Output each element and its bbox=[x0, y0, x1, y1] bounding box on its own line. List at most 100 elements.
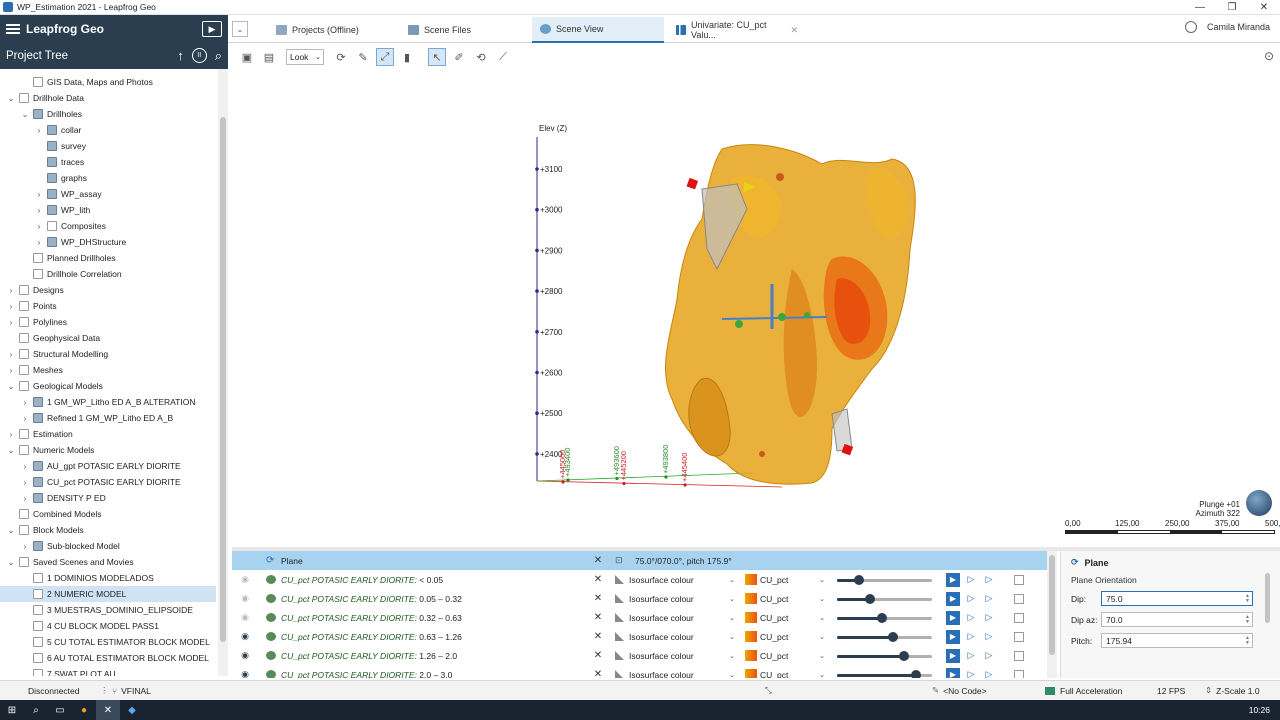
more-options-icon[interactable] bbox=[1014, 574, 1024, 585]
display-mode-dropdown[interactable]: Isosurface colour ⌄ bbox=[615, 670, 745, 678]
tree-item[interactable]: 5 CU TOTAL ESTIMATOR BLOCK MODEL bbox=[0, 634, 216, 650]
tree-item[interactable]: ⌄ Geological Models bbox=[0, 378, 216, 394]
slider-knob[interactable] bbox=[877, 612, 887, 623]
remove-layer-icon[interactable]: ✕ bbox=[591, 574, 605, 585]
play-movie-icon[interactable]: ▶ bbox=[202, 21, 222, 37]
user-account[interactable]: Camila Miranda bbox=[1184, 21, 1270, 33]
display-mode-dropdown[interactable]: Isosurface colour ⌄ bbox=[615, 575, 745, 585]
zscale-status[interactable]: ⇕ Z-Scale 1.0 bbox=[1205, 685, 1260, 696]
chevron-right-icon[interactable]: › bbox=[6, 350, 16, 359]
scene-canvas[interactable]: Elev (Z) +3100 +3000 +2900 +2800 +2700 +2600 +… bbox=[232, 69, 1280, 547]
slicer-icon[interactable]: ▮ bbox=[398, 48, 416, 66]
play-outline-icon[interactable]: ▷ bbox=[982, 649, 996, 663]
minimize-button[interactable]: — bbox=[1184, 2, 1216, 13]
tree-scrollbar[interactable] bbox=[218, 69, 228, 676]
tree-item[interactable]: › DENSITY P ED bbox=[0, 490, 216, 506]
remove-layer-icon[interactable]: ✕ bbox=[591, 593, 605, 604]
pause-icon[interactable]: II bbox=[191, 48, 207, 63]
layer-row[interactable]: ◉ CU_pct POTASIC EARLY DIORITE: 0.63 – 1.… bbox=[232, 627, 1047, 646]
tab-close-icon[interactable]: ✕ bbox=[790, 25, 798, 36]
tree-item[interactable]: › 1 GM_WP_Litho ED A_B ALTERATION bbox=[0, 394, 216, 410]
opacity-slider[interactable] bbox=[837, 631, 932, 642]
step-icon[interactable]: ▷ bbox=[964, 668, 978, 678]
dip-input[interactable]: 75.0 ▲ ▼ bbox=[1101, 591, 1253, 606]
tree-item[interactable]: GIS Data, Maps and Photos bbox=[0, 74, 216, 90]
play-icon[interactable]: ▶ bbox=[946, 591, 960, 606]
play-icon[interactable]: ▶ bbox=[946, 648, 960, 663]
move-plane-icon[interactable]: ⤢ bbox=[376, 48, 394, 66]
screenshot-icon[interactable]: ▣ bbox=[238, 48, 256, 66]
rotate-icon[interactable]: ⟳ bbox=[332, 48, 350, 66]
chevron-right-icon[interactable]: › bbox=[20, 398, 30, 407]
orientation-globe-icon[interactable] bbox=[1246, 490, 1272, 516]
tree-item[interactable]: Combined Models bbox=[0, 506, 216, 522]
tree-item[interactable]: 3 MUESTRAS_DOMINIO_ELIPSOIDE bbox=[0, 602, 216, 618]
tabs-dropdown-icon[interactable]: ⌄ bbox=[232, 21, 248, 37]
opacity-slider[interactable] bbox=[837, 574, 932, 585]
app-icon[interactable]: ◆ bbox=[120, 700, 144, 720]
play-outline-icon[interactable]: ▷ bbox=[982, 573, 996, 587]
save-scene-icon[interactable]: ▤ bbox=[260, 48, 278, 66]
tree-item[interactable]: › Polylines bbox=[0, 314, 216, 330]
scroll-thumb[interactable] bbox=[220, 117, 226, 642]
chevron-right-icon[interactable]: › bbox=[34, 222, 44, 231]
hamburger-menu-icon[interactable] bbox=[6, 24, 20, 34]
attribute-dropdown[interactable]: CU_pct ⌄ bbox=[745, 631, 825, 642]
attribute-dropdown[interactable]: CU_pct ⌄ bbox=[745, 650, 825, 661]
chevron-right-icon[interactable]: › bbox=[20, 478, 30, 487]
more-icon[interactable]: ⋮ bbox=[100, 685, 109, 696]
tree-item[interactable]: ⌄ Drillhole Data bbox=[0, 90, 216, 106]
play-icon[interactable]: ▶ bbox=[946, 572, 960, 587]
slider-knob[interactable] bbox=[865, 593, 875, 604]
tree-item[interactable]: ⌄ Numeric Models bbox=[0, 442, 216, 458]
tree-item[interactable]: › CU_pct POTASIC EARLY DIORITE bbox=[0, 474, 216, 490]
layer-row[interactable]: ◉ CU_pct POTASIC EARLY DIORITE: 0.32 – 0.… bbox=[232, 608, 1047, 627]
attribute-dropdown[interactable]: CU_pct ⌄ bbox=[745, 612, 825, 623]
pitch-input[interactable]: 175.94 ▲ ▼ bbox=[1101, 633, 1253, 648]
tree-item[interactable]: ⌄ Saved Scenes and Movies bbox=[0, 554, 216, 570]
tree-item[interactable]: › WP_lith bbox=[0, 202, 216, 218]
play-outline-icon[interactable]: ▷ bbox=[982, 592, 996, 606]
tree-item[interactable]: survey bbox=[0, 138, 216, 154]
chevron-right-icon[interactable]: › bbox=[20, 542, 30, 551]
play-outline-icon[interactable]: ▷ bbox=[982, 611, 996, 625]
chevron-down-icon[interactable]: ⌄ bbox=[6, 382, 16, 391]
chevron-right-icon[interactable]: › bbox=[34, 206, 44, 215]
chrome-icon[interactable]: ● bbox=[72, 700, 96, 720]
opacity-slider[interactable] bbox=[837, 669, 932, 678]
tree-item[interactable]: › collar bbox=[0, 122, 216, 138]
play-outline-icon[interactable]: ▷ bbox=[982, 630, 996, 644]
slider-knob[interactable] bbox=[888, 631, 898, 642]
tree-item[interactable]: Geophysical Data bbox=[0, 330, 216, 346]
more-options-icon[interactable] bbox=[1014, 631, 1024, 642]
remove-layer-icon[interactable]: ✕ bbox=[591, 631, 605, 642]
chevron-right-icon[interactable]: › bbox=[6, 318, 16, 327]
connection-status[interactable]: Disconnected bbox=[28, 686, 80, 696]
opacity-slider[interactable] bbox=[837, 593, 932, 604]
eye-hidden-icon[interactable]: ◉ bbox=[238, 574, 252, 585]
tab-projects[interactable]: Projects (Offline) bbox=[268, 17, 398, 43]
tree-item[interactable]: › Structural Modelling bbox=[0, 346, 216, 362]
layer-row[interactable]: ◉ CU_pct POTASIC EARLY DIORITE: 2.0 – 3.0… bbox=[232, 665, 1047, 678]
search-icon[interactable]: ⌕ bbox=[24, 700, 48, 720]
tree-item[interactable]: ⌄ Drillholes bbox=[0, 106, 216, 122]
slider-knob[interactable] bbox=[854, 574, 864, 585]
tree-item[interactable]: › Designs bbox=[0, 282, 216, 298]
spinner-icon[interactable]: ▲ ▼ bbox=[1245, 635, 1250, 646]
step-icon[interactable]: ▷ bbox=[964, 611, 978, 625]
tree-item[interactable]: traces bbox=[0, 154, 216, 170]
chevron-down-icon[interactable]: ⌄ bbox=[20, 110, 30, 119]
scene-view[interactable]: Elev (Z) +3100 +3000 +2900 +2800 +2700 +2600 +… bbox=[232, 69, 1280, 547]
more-options-icon[interactable] bbox=[1014, 612, 1024, 623]
camera-icon[interactable]: ⊙ bbox=[1264, 49, 1274, 63]
play-icon[interactable]: ▶ bbox=[946, 629, 960, 644]
attribute-dropdown[interactable]: CU_pct ⌄ bbox=[745, 593, 825, 604]
tree-item[interactable]: › WP_assay bbox=[0, 186, 216, 202]
chevron-right-icon[interactable]: › bbox=[20, 494, 30, 503]
opacity-slider[interactable] bbox=[837, 612, 932, 623]
layer-row[interactable]: ◉ CU_pct POTASIC EARLY DIORITE: < 0.05 ✕ Is… bbox=[232, 570, 1047, 589]
eye-icon[interactable]: ◉ bbox=[238, 631, 252, 642]
remove-layer-icon[interactable]: ✕ bbox=[591, 612, 605, 623]
task-view-icon[interactable]: ▭ bbox=[48, 700, 72, 720]
tree-item[interactable]: 2 NUMERIC MODEL bbox=[0, 586, 216, 602]
